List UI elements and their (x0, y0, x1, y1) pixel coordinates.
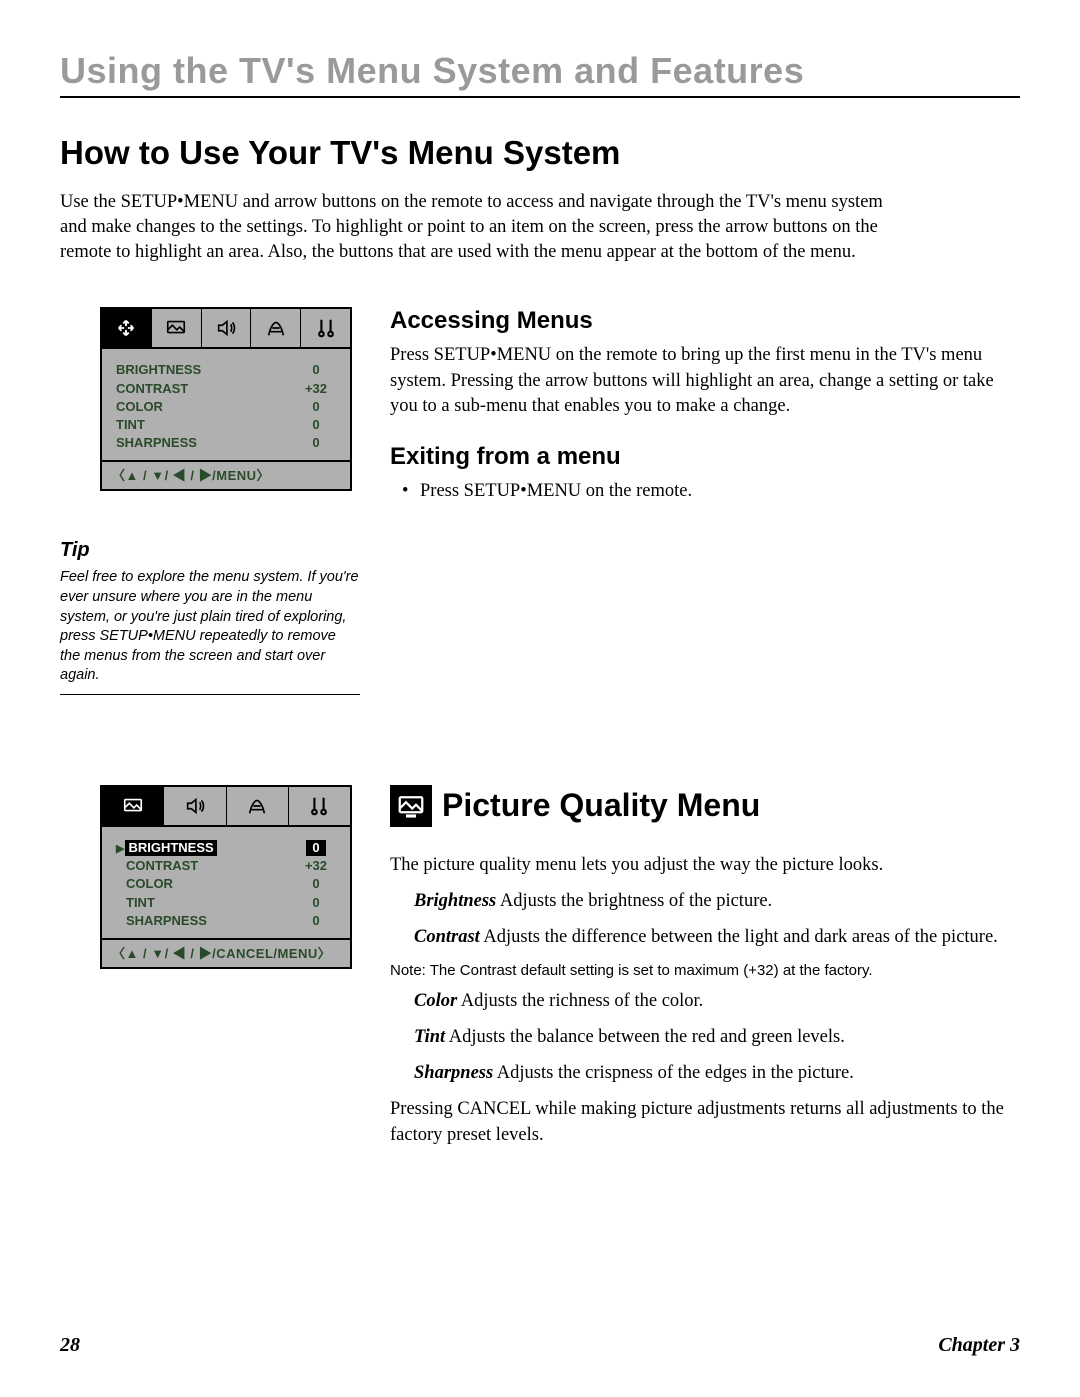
osd-label: CONTRAST (116, 380, 188, 398)
picture-icon (390, 785, 432, 827)
osd1-row: CONTRAST +32 (116, 380, 336, 398)
section2-columns: ▶BRIGHTNESS 0 CONTRAST +32 COLOR 0 TINT 0 S… (60, 785, 1020, 1159)
left-column-1: BRIGHTNESS 0 CONTRAST +32 COLOR 0 TINT 0 SHA… (60, 307, 360, 694)
osd1-body: BRIGHTNESS 0 CONTRAST +32 COLOR 0 TINT 0 SHA… (102, 349, 350, 460)
term-contrast: Contrast (414, 927, 480, 947)
desc-text: Adjusts the balance between the red and … (445, 1027, 845, 1047)
tip-text: Feel free to explore the menu system. If… (60, 568, 360, 694)
tint-desc: Tint Adjusts the balance between the red… (414, 1025, 1020, 1051)
color-desc: Color Adjusts the richness of the color. (414, 989, 1020, 1015)
audio-tab-icon (164, 787, 226, 825)
osd-value: 0 (296, 398, 336, 416)
osd2-footer: 〈▲ / ▼/ ◀ / ▶/CANCEL/MENU〉 (102, 938, 350, 967)
osd2-row-highlight: ▶BRIGHTNESS 0 (116, 839, 336, 857)
osd-label: TINT (116, 416, 145, 434)
accessing-heading: Accessing Menus (390, 307, 1020, 335)
tools-tab-icon (289, 787, 350, 825)
osd-label: CONTRAST (116, 857, 198, 875)
osd2-body: ▶BRIGHTNESS 0 CONTRAST +32 COLOR 0 TINT 0 S… (102, 827, 350, 938)
osd1-footer: 〈▲ / ▼/ ◀ / ▶/MENU〉 (102, 460, 350, 489)
arrows-tab-icon (102, 309, 152, 347)
tools-tab-icon (301, 309, 350, 347)
right-column-2: Picture Quality Menu The picture quality… (390, 785, 1020, 1159)
osd-label: SHARPNESS (116, 434, 197, 452)
osd2-tabs (102, 787, 350, 827)
chapter-label: Chapter 3 (938, 1334, 1020, 1357)
desc-text: Adjusts the richness of the color. (457, 991, 703, 1011)
desc-text: Adjusts the crispness of the edges in th… (493, 1063, 854, 1083)
osd1-tabs (102, 309, 350, 349)
osd2-row: COLOR 0 (116, 875, 336, 893)
osd-value: 0 (296, 912, 336, 930)
desc-text: Adjusts the brightness of the picture. (496, 891, 772, 911)
osd2-row: CONTRAST +32 (116, 857, 336, 875)
osd-value: 0 (296, 894, 336, 912)
sharpness-desc: Sharpness Adjusts the crispness of the e… (414, 1061, 1020, 1087)
osd-value: 0 (296, 434, 336, 452)
osd-label: BRIGHTNESS (125, 840, 216, 856)
exiting-bullet: Press SETUP•MENU on the remote. (420, 479, 1020, 504)
osd-value: 0 (296, 416, 336, 434)
osd1-row: COLOR 0 (116, 398, 336, 416)
picture-quality-heading: Picture Quality Menu (390, 785, 1020, 827)
page-footer: 28 Chapter 3 (60, 1334, 1020, 1357)
osd2-row: TINT 0 (116, 894, 336, 912)
section1-columns: BRIGHTNESS 0 CONTRAST +32 COLOR 0 TINT 0 SHA… (60, 307, 1020, 694)
osd-label: SHARPNESS (116, 912, 207, 930)
osd-label: COLOR (116, 875, 173, 893)
term-color: Color (414, 991, 457, 1011)
osd-label: COLOR (116, 398, 163, 416)
osd-menu-1: BRIGHTNESS 0 CONTRAST +32 COLOR 0 TINT 0 SHA… (100, 307, 352, 491)
osd-value: +32 (296, 380, 336, 398)
accessing-body: Press SETUP•MENU on the remote to bring … (390, 343, 1020, 418)
left-column-2: ▶BRIGHTNESS 0 CONTRAST +32 COLOR 0 TINT 0 S… (60, 785, 360, 969)
audio-tab-icon (202, 309, 252, 347)
brightness-desc: Brightness Adjusts the brightness of the… (414, 889, 1020, 915)
desc-text: Adjusts the difference between the light… (480, 927, 998, 947)
contrast-desc: Contrast Adjusts the difference between … (414, 925, 1020, 951)
osd-value: 0 (296, 875, 336, 893)
channel-tab-icon (227, 787, 289, 825)
contrast-note: Note: The Contrast default setting is se… (390, 960, 1020, 981)
page-number: 28 (60, 1334, 80, 1357)
term-brightness: Brightness (414, 891, 496, 911)
osd-value: 0 (306, 840, 325, 856)
term-tint: Tint (414, 1027, 445, 1047)
osd1-row: SHARPNESS 0 (116, 434, 336, 452)
osd-label: BRIGHTNESS (116, 361, 201, 379)
picture-tab-icon (102, 787, 164, 825)
osd-value: +32 (296, 857, 336, 875)
exiting-heading: Exiting from a menu (390, 443, 1020, 471)
osd2-row: SHARPNESS 0 (116, 912, 336, 930)
page-header: Using the TV's Menu System and Features (60, 50, 1020, 98)
section2-outro: Pressing CANCEL while making picture adj… (390, 1097, 1020, 1149)
osd1-row: BRIGHTNESS 0 (116, 361, 336, 379)
section1-title: How to Use Your TV's Menu System (60, 134, 1020, 172)
osd1-row: TINT 0 (116, 416, 336, 434)
picture-tab-icon (152, 309, 202, 347)
osd-menu-2: ▶BRIGHTNESS 0 CONTRAST +32 COLOR 0 TINT 0 S… (100, 785, 352, 969)
section1-intro: Use the SETUP•MENU and arrow buttons on … (60, 190, 890, 265)
right-arrow-icon: ▶ (116, 843, 124, 855)
term-sharpness: Sharpness (414, 1063, 493, 1083)
tip-title: Tip (60, 539, 360, 562)
section2-title: Picture Quality Menu (442, 787, 760, 824)
channel-tab-icon (251, 309, 301, 347)
right-column-1: Accessing Menus Press SETUP•MENU on the … (390, 307, 1020, 504)
tip-block: Tip Feel free to explore the menu system… (60, 539, 360, 694)
section2-intro: The picture quality menu lets you adjust… (390, 853, 1020, 879)
osd-value: 0 (296, 361, 336, 379)
osd-label: TINT (116, 894, 155, 912)
